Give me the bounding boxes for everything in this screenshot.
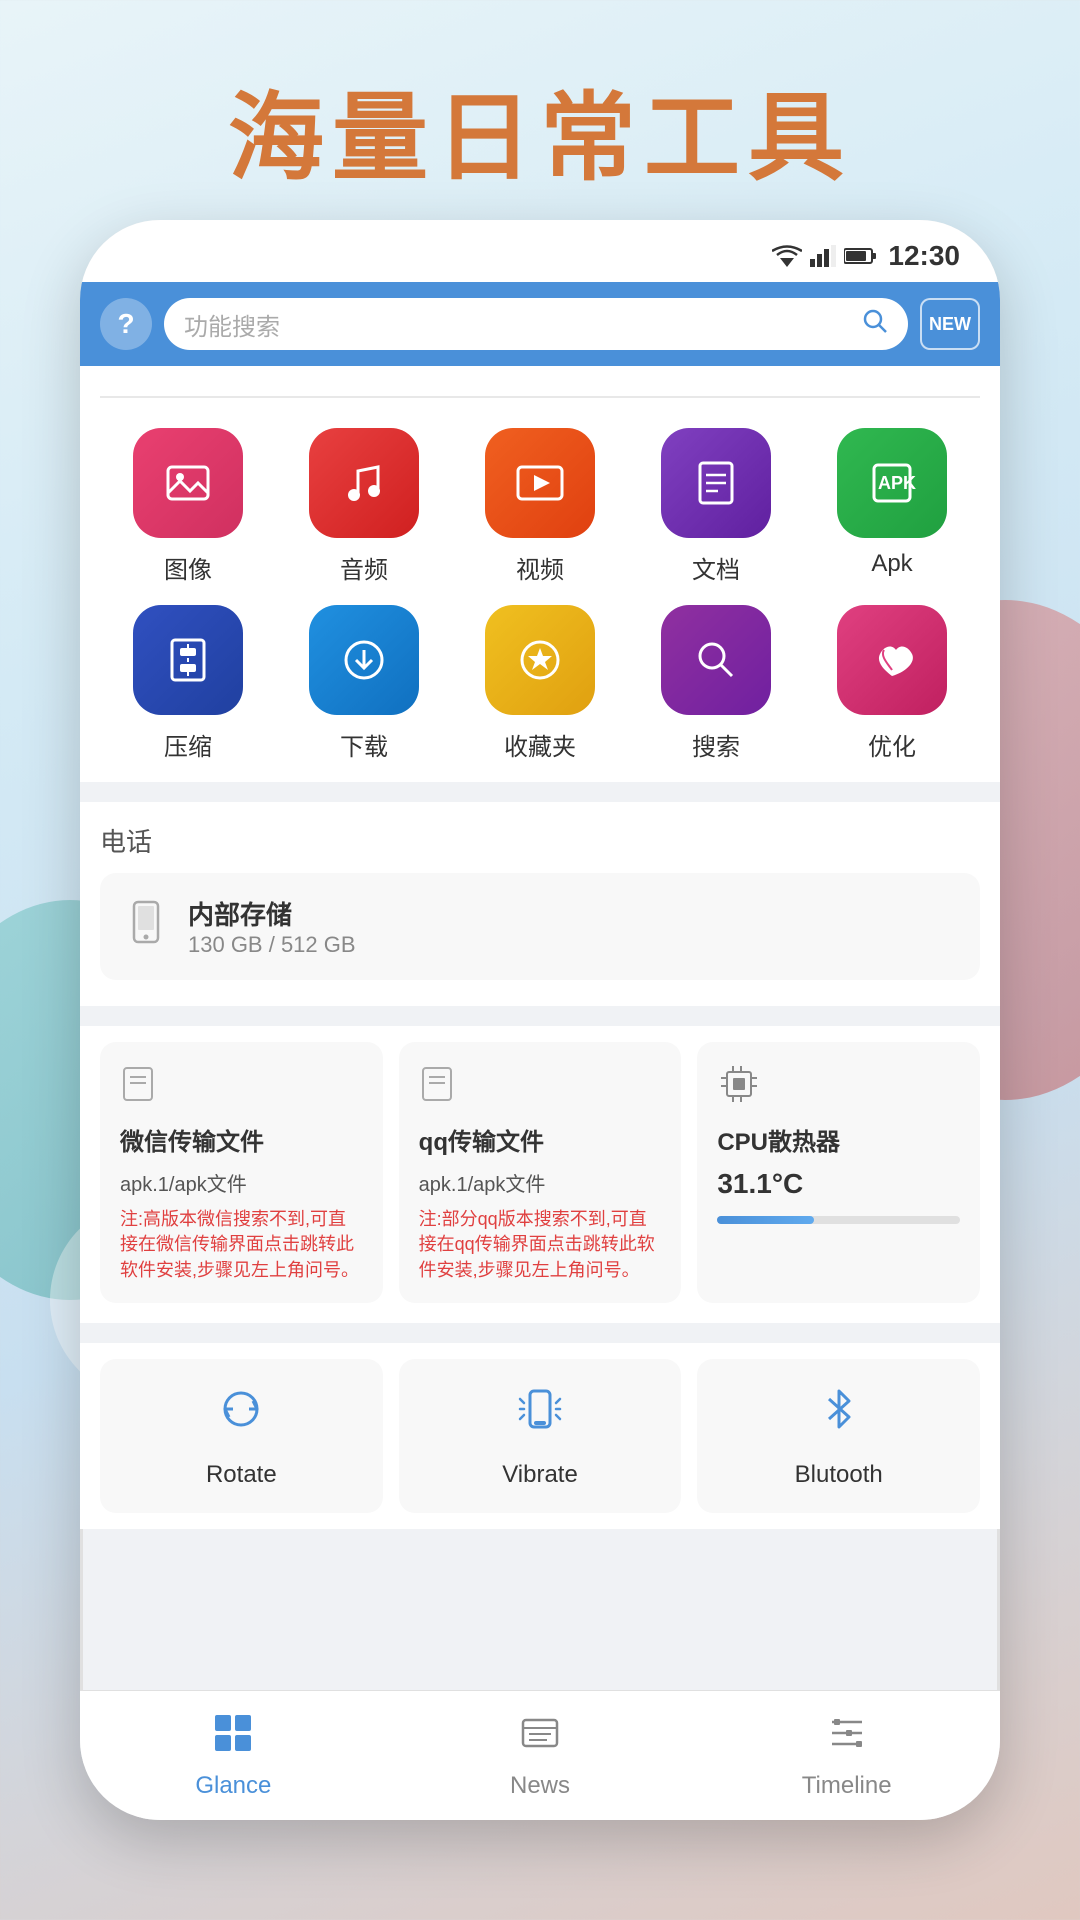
list-item[interactable]: 压缩 [128, 605, 248, 762]
icon-label: 音频 [340, 550, 388, 585]
gap-section-3 [80, 1323, 1000, 1343]
new-button-label: NEW [929, 315, 971, 333]
icon-video [485, 428, 595, 538]
icon-label: 优化 [868, 727, 916, 762]
wifi-icon [772, 245, 802, 267]
bluetooth-card[interactable]: Blutooth [697, 1359, 980, 1513]
list-item[interactable]: APK Apk [832, 428, 952, 585]
search-bar[interactable]: 功能搜索 [164, 298, 908, 350]
signal-icon [810, 245, 836, 267]
icon-image [133, 428, 243, 538]
cpu-card[interactable]: CPU散热器 31.1°C [697, 1042, 980, 1303]
qq-card-file: apk.1/apk文件 [419, 1168, 662, 1197]
icon-label: 收藏夹 [504, 727, 576, 762]
icon-favorites [485, 605, 595, 715]
content-area: 图像 音频 [80, 366, 1000, 1529]
qq-card[interactable]: qq传输文件 apk.1/apk文件 注:部分qq版本搜索不到,可直接在qq传输… [399, 1042, 682, 1303]
status-time: 12:30 [888, 240, 960, 272]
page-title: 海量日常工具 [0, 60, 1080, 199]
icon-docs [661, 428, 771, 538]
status-bar: 12:30 [80, 220, 1000, 282]
nav-label-glance: Glance [195, 1772, 271, 1800]
icon-grid-row2: 压缩 下载 [80, 595, 1000, 782]
bluetooth-label: Blutooth [795, 1461, 883, 1489]
search-placeholder: 功能搜索 [184, 307, 852, 342]
status-icons [772, 245, 876, 267]
nav-item-news[interactable]: News [387, 1691, 694, 1820]
qq-icon [419, 1062, 662, 1117]
icon-label: 压缩 [164, 727, 212, 762]
phone-section-title: 电话 [100, 822, 980, 859]
storage-card[interactable]: 内部存储 130 GB / 512 GB [100, 873, 980, 980]
phone-frame: 12:30 ? 功能搜索 NEW [80, 220, 1000, 1820]
icon-apk: APK [837, 428, 947, 538]
list-item[interactable]: 搜索 [656, 605, 776, 762]
phone-section: 电话 内部存储 130 GB / 512 GB [80, 802, 1000, 1006]
icon-label: Apk [871, 550, 912, 578]
wechat-card-file: apk.1/apk文件 [120, 1168, 363, 1197]
icon-compress [133, 605, 243, 715]
list-item[interactable]: 图像 [128, 428, 248, 585]
list-item[interactable]: 下载 [304, 605, 424, 762]
temp-bar-bg [717, 1216, 960, 1224]
qq-card-title: qq传输文件 [419, 1127, 662, 1158]
list-item[interactable]: 收藏夹 [480, 605, 600, 762]
wechat-card-note: 注:高版本微信搜索不到,可直接在微信传输界面点击跳转此软件安装,步骤见左上角问号… [120, 1207, 363, 1283]
gap-section-2 [80, 1006, 1000, 1026]
nav-label-news: News [510, 1772, 570, 1800]
gap-section [80, 782, 1000, 802]
temp-bar-fill [717, 1216, 814, 1224]
wechat-card[interactable]: 微信传输文件 apk.1/apk文件 注:高版本微信搜索不到,可直接在微信传输界… [100, 1042, 383, 1303]
cpu-icon [717, 1062, 960, 1117]
vibrate-icon [514, 1383, 566, 1447]
phone-icon [124, 900, 168, 954]
wechat-icon [120, 1062, 363, 1117]
help-button[interactable]: ? [100, 298, 152, 350]
icon-label: 下载 [340, 727, 388, 762]
storage-sub: 130 GB / 512 GB [188, 932, 356, 958]
search-icon[interactable] [862, 308, 888, 341]
icon-grid-row1: 图像 音频 [80, 398, 1000, 595]
nav-item-timeline[interactable]: Timeline [693, 1691, 1000, 1820]
bottom-nav: Glance News [80, 1690, 1000, 1820]
cpu-card-title: CPU散热器 [717, 1127, 960, 1158]
vibrate-label: Vibrate [502, 1461, 578, 1489]
cpu-card-temp: 31.1°C [717, 1168, 960, 1200]
storage-info: 内部存储 130 GB / 512 GB [188, 895, 356, 958]
rotate-icon [215, 1383, 267, 1447]
new-button[interactable]: NEW [920, 298, 980, 350]
icon-label: 文档 [692, 550, 740, 585]
qq-card-note: 注:部分qq版本搜索不到,可直接在qq传输界面点击跳转此软件安装,步骤见左上角问… [419, 1207, 662, 1283]
nav-label-timeline: Timeline [802, 1772, 892, 1800]
app-header: ? 功能搜索 NEW [80, 282, 1000, 366]
icon-download [309, 605, 419, 715]
list-item[interactable]: 优化 [832, 605, 952, 762]
list-item[interactable]: 视频 [480, 428, 600, 585]
icon-audio [309, 428, 419, 538]
news-icon [519, 1712, 561, 1764]
icon-optimize [837, 605, 947, 715]
vibrate-card[interactable]: Vibrate [399, 1359, 682, 1513]
wechat-card-title: 微信传输文件 [120, 1127, 363, 1158]
rotate-card[interactable]: Rotate [100, 1359, 383, 1513]
list-item[interactable]: 音频 [304, 428, 424, 585]
icon-search [661, 605, 771, 715]
storage-title: 内部存储 [188, 895, 356, 932]
icon-label: 视频 [516, 550, 564, 585]
feature-cards-row: 微信传输文件 apk.1/apk文件 注:高版本微信搜索不到,可直接在微信传输界… [80, 1026, 1000, 1323]
util-row: Rotate Vibrate [80, 1343, 1000, 1529]
svg-text:APK: APK [878, 473, 916, 493]
nav-item-glance[interactable]: Glance [80, 1691, 387, 1820]
icon-label: 图像 [164, 550, 212, 585]
rotate-label: Rotate [206, 1461, 277, 1489]
icon-label: 搜索 [692, 727, 740, 762]
glance-icon [212, 1712, 254, 1764]
list-item[interactable]: 文档 [656, 428, 776, 585]
bluetooth-icon [813, 1383, 865, 1447]
timeline-icon [826, 1712, 868, 1764]
battery-icon [844, 247, 876, 265]
